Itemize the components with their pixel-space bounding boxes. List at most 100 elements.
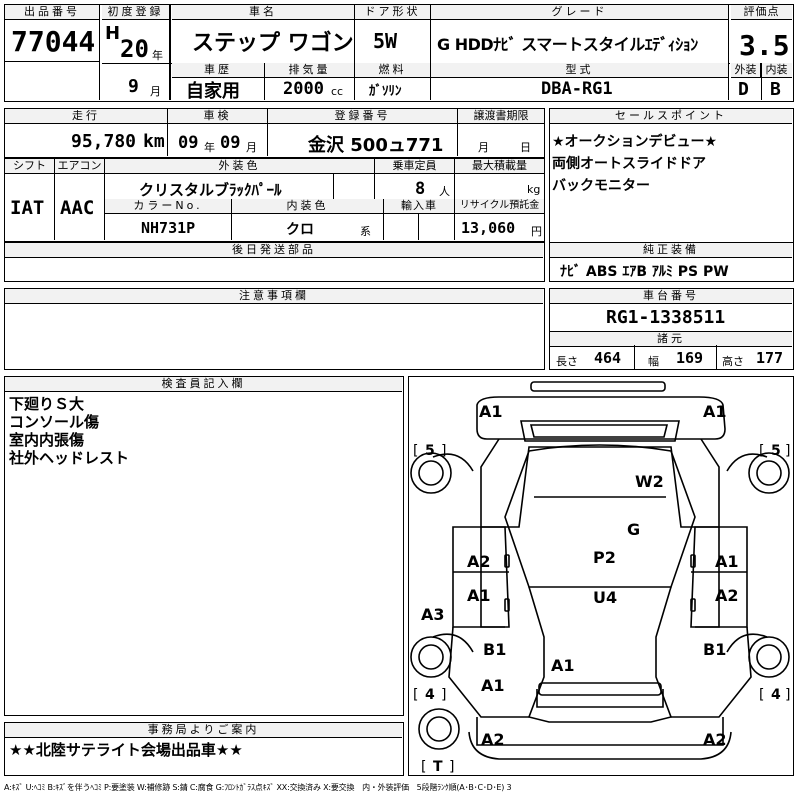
recycle-cell: リサイクル預託金 13,060 円	[455, 199, 544, 240]
mark-m10: U4	[593, 588, 617, 607]
color-label: 外装色	[105, 159, 374, 174]
interior-label: 内装	[761, 63, 792, 78]
mark-m9: A2	[715, 586, 739, 605]
tire-fr-label: 5	[771, 443, 781, 459]
equipment-box: 純正装備 ﾅﾋﾞ ABS ｴｱB ｱﾙﾐ PS PW	[549, 242, 794, 282]
spec-row: シフト IAT エアコン AAC 外装色 クリスタルブﾗｯｸﾊﾟｰﾙ 乗車定員 …	[4, 158, 545, 242]
caution-label: 注意事項欄	[5, 289, 543, 304]
first-reg-cell: 初度登録 H 20 年 9 月	[102, 5, 170, 100]
svg-text:]: ]	[785, 443, 790, 459]
insp-year: 09	[178, 133, 199, 153]
office-value: ★★北陸サテライト会場出品車★★	[9, 741, 243, 759]
grade-label: グレード	[431, 5, 728, 20]
exterior-label: 外装	[731, 63, 761, 78]
later-parts-box: 後日発送部品	[4, 242, 545, 282]
mark-m2: A1	[703, 402, 727, 421]
door-cell: ドア形状 5W	[355, 5, 431, 63]
recycle-label: リサイクル預託金	[455, 199, 544, 214]
equipment-value: ﾅﾋﾞ ABS ｴｱB ｱﾙﾐ PS PW	[560, 264, 729, 280]
mark-m3: W2	[635, 472, 664, 491]
score-cell: 評価点 3.5 外装 内装 D B	[731, 5, 792, 100]
year-unit: 年	[152, 49, 163, 62]
mark-m6: A1	[715, 552, 739, 571]
shift-cell: シフト IAT	[5, 159, 55, 240]
dims-label: 諸元	[550, 331, 792, 347]
fuel-cell: 燃料 ｶﾞｿﾘﾝ	[355, 63, 431, 100]
fuel-label: 燃料	[355, 63, 430, 78]
width-value: 169	[676, 349, 704, 367]
door-label: ドア形状	[355, 5, 430, 20]
mark-m12: B1	[483, 640, 506, 659]
mark-m14: A1	[551, 656, 575, 675]
svg-text:]: ]	[441, 687, 446, 703]
color-no-cell: カラーNo. NH731P	[105, 199, 232, 240]
width-label: 幅	[648, 355, 659, 368]
mark-m5: A2	[467, 552, 491, 571]
mileage-value: 95,780	[71, 131, 137, 152]
model-value: DBA-RG1	[541, 79, 613, 99]
load-unit: kg	[527, 183, 541, 196]
ac-value: AAC	[60, 197, 95, 219]
chassis-value: RG1-1338511	[606, 307, 726, 328]
insp-month: 09	[220, 133, 241, 153]
length-value: 464	[594, 349, 622, 367]
inspector-box: 検査員記入欄 下廻りＳ大 コンソール傷 室内内張傷 社外ヘッドレスト	[4, 376, 404, 716]
color-cell: 外装色 クリスタルブﾗｯｸﾊﾟｰﾙ	[105, 159, 375, 199]
mark-m4: G	[627, 520, 640, 539]
ac-cell: エアコン AAC	[55, 159, 105, 240]
name-cell: 車名 ステップ ワゴン	[172, 5, 355, 63]
name-value: ステップ ワゴン	[192, 31, 354, 56]
fuel-value: ｶﾞｿﾘﾝ	[369, 84, 402, 99]
svg-text:[: [	[413, 687, 418, 703]
mark-m16: A2	[481, 730, 505, 749]
svg-text:[: [	[413, 443, 418, 459]
grade-cell: グレード G HDDﾅﾋﾞ スマートスタイルｴﾃﾞｨｼｮﾝ	[431, 5, 729, 63]
door-value: 5W	[373, 29, 398, 53]
capacity-cell: 乗車定員 8 人	[375, 159, 455, 199]
inspector-note-4: 社外ヘッドレスト	[9, 449, 130, 467]
sales-point-3: バックモニター	[552, 178, 650, 194]
ac-label: エアコン	[55, 159, 104, 174]
year-value: 20	[120, 35, 149, 63]
recycle-value: 13,060	[461, 219, 516, 237]
score-label: 評価点	[731, 5, 792, 20]
office-label: 事務局よりご案内	[5, 723, 402, 738]
equipment-label: 純正装備	[550, 243, 792, 258]
transfer-cell: 譲渡書期限 月 日	[458, 109, 544, 156]
sales-point-2: 両側オートスライドドア	[552, 156, 706, 172]
later-parts-label: 後日発送部品	[5, 243, 543, 258]
lot-value: 77044	[11, 25, 96, 58]
transfer-month: 月	[478, 141, 489, 154]
plate-cell: 登録番号 金沢 500ュ771	[268, 109, 458, 156]
exterior-value: D	[738, 79, 749, 100]
tire-spare-label: T	[433, 759, 443, 774]
svg-text:[: [	[759, 443, 764, 459]
color-value: クリスタルブﾗｯｸﾊﾟｰﾙ	[139, 181, 282, 199]
month-value: 9	[128, 76, 139, 97]
legend-text: A:ｷｽﾞ U:ﾍｺﾐ B:ｷｽﾞを伴うﾍｺﾐ P:要塗装 W:補修跡 S:錆 …	[4, 783, 512, 792]
capacity-value: 8	[415, 179, 426, 199]
era-value: H	[105, 23, 121, 44]
length-label: 長さ	[556, 355, 578, 368]
interior-color-label: 内装色	[232, 199, 383, 214]
interior-value: B	[770, 79, 781, 100]
name-label: 車名	[172, 5, 354, 20]
history-label: 車歴	[172, 63, 264, 78]
plate-value: 金沢 500ュ771	[308, 135, 444, 156]
car-diagram-svg: A1 A1 W2 G A2 A1 P2 A1 A2 U4 A3 B1 B1 A1…	[410, 381, 790, 774]
capacity-label: 乗車定員	[375, 159, 454, 174]
load-label: 最大積載量	[455, 159, 544, 174]
color-no-label: カラーNo.	[105, 199, 231, 214]
inspection-cell: 車検 09 年 09 月	[168, 109, 268, 156]
sales-point-label: セールスポイント	[550, 109, 792, 124]
import-cell: 輸入車	[384, 199, 455, 240]
lot-cell: 出品番号 77044	[5, 5, 100, 100]
model-cell: 型式 DBA-RG1	[431, 63, 729, 100]
header-section: 出品番号 77044 初度登録 H 20 年 9 月 車名 ステップ ワゴン 車…	[4, 4, 794, 102]
displacement-unit: cc	[331, 85, 344, 98]
mark-m7: P2	[593, 548, 616, 567]
svg-text:]: ]	[449, 759, 454, 774]
displacement-label: 排気量	[265, 63, 354, 78]
interior-color-value: クロ	[286, 222, 314, 238]
mark-m13: B1	[703, 640, 726, 659]
